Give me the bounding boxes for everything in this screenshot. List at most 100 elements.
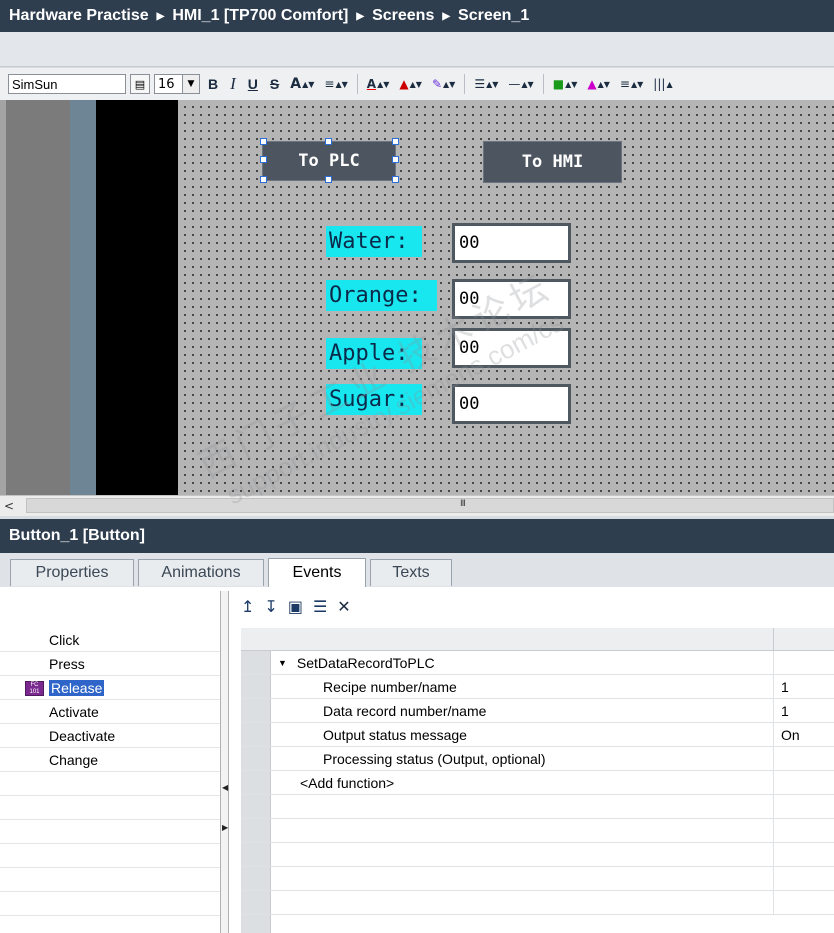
table-row[interactable]: Output status message On: [241, 723, 834, 747]
screen-editor[interactable]: To PLC To HMI Water: 00 Orange: 00 Apple…: [0, 100, 834, 495]
tab-properties[interactable]: Properties: [10, 559, 134, 586]
selection-handle[interactable]: [260, 176, 267, 183]
selection-handle[interactable]: [260, 156, 267, 163]
underline-button[interactable]: U: [244, 76, 262, 92]
font-size-select[interactable]: 16 ▼: [154, 74, 200, 94]
panel-splitter[interactable]: ◀ ▶: [220, 591, 229, 933]
toolbar-divider: [542, 74, 544, 94]
align-icon[interactable]: ≡ ▲▼: [617, 77, 646, 91]
line-width-icon[interactable]: — ▲▼: [505, 77, 536, 91]
breadcrumb-screen[interactable]: Screen_1: [458, 7, 529, 25]
value-cell: [773, 843, 834, 866]
table-row: [241, 867, 834, 891]
breadcrumb-project[interactable]: Hardware Practise: [9, 7, 149, 25]
orange-io-field[interactable]: 00: [452, 279, 571, 319]
row-header: [241, 723, 271, 746]
table-row[interactable]: ▼ SetDataRecordToPLC: [241, 651, 834, 675]
param-name: Processing status (Output, optional): [323, 750, 546, 767]
rotate-icon[interactable]: ▲ ▲▼: [584, 77, 613, 91]
font-name-input[interactable]: SimSun: [8, 74, 126, 94]
param-value[interactable]: 1: [773, 699, 834, 722]
horizontal-scrollbar[interactable]: < III: [0, 495, 834, 516]
move-down-icon[interactable]: ↧: [264, 597, 277, 616]
table-row[interactable]: Processing status (Output, optional): [241, 747, 834, 771]
to-plc-button[interactable]: To PLC: [262, 141, 396, 181]
tab-texts[interactable]: Texts: [370, 559, 452, 586]
list-icon: ▤: [134, 77, 146, 91]
table-header: [241, 628, 834, 651]
event-item-press[interactable]: Press: [0, 652, 220, 676]
event-label: Click: [49, 632, 80, 648]
selection-handle[interactable]: [325, 176, 332, 183]
font-picker-button[interactable]: ▤: [130, 74, 150, 94]
table-row[interactable]: Recipe number/name 1: [241, 675, 834, 699]
row-header: [241, 675, 271, 698]
event-label: Change: [49, 752, 99, 768]
inspector-tabs: Properties Animations Events Texts: [0, 553, 834, 587]
align-text-icon[interactable]: ≡ ▲▼: [321, 77, 350, 91]
events-panel: Click Press FC 101 Release Activate Deact…: [0, 587, 834, 933]
expand-right-icon[interactable]: ▶: [222, 823, 228, 832]
collapse-left-icon[interactable]: ◀: [222, 783, 228, 792]
fill-color-icon[interactable]: ▲ ▲▼: [396, 77, 425, 91]
event-item-release[interactable]: FC 101 Release: [0, 676, 220, 700]
add-function-item[interactable]: <Add function>: [300, 771, 394, 794]
toolbar-divider: [464, 74, 466, 94]
selection-handle[interactable]: [392, 156, 399, 163]
event-item-activate[interactable]: Activate: [0, 700, 220, 724]
function-list-table: ▼ SetDataRecordToPLC Recipe number/name …: [241, 628, 834, 933]
event-item-change[interactable]: Change: [0, 748, 220, 772]
tab-events[interactable]: Events: [268, 558, 366, 587]
table-row: [241, 819, 834, 843]
breadcrumb: Hardware Practise ▶ HMI_1 [TP700 Comfort…: [0, 0, 834, 32]
tab-animations[interactable]: Animations: [138, 559, 264, 586]
chevron-down-icon[interactable]: ▼: [182, 75, 199, 93]
apple-io-field[interactable]: 00: [452, 328, 571, 368]
param-value[interactable]: [773, 747, 834, 770]
line-style-icon[interactable]: ☰ ▲▼: [471, 77, 501, 91]
sugar-label: Sugar:: [326, 384, 422, 415]
format-toolbar: SimSun ▤ 16 ▼ B I U S A ▲▼ ≡ ▲▼ A ▲▼ ▲ ▲▼ ✎ ▲…: [0, 68, 834, 100]
italic-button[interactable]: I: [226, 74, 240, 94]
editor-toolbar-blank: [0, 32, 834, 67]
expand-triangle-icon[interactable]: ▼: [278, 658, 287, 668]
table-row[interactable]: <Add function>: [241, 771, 834, 795]
table-row: [241, 795, 834, 819]
strikethrough-button[interactable]: S: [266, 76, 283, 92]
bold-button[interactable]: B: [204, 76, 222, 92]
event-label: Activate: [49, 704, 99, 720]
sugar-io-field[interactable]: 00: [452, 384, 571, 424]
row-header: [241, 771, 271, 794]
param-name: Output status message: [323, 726, 467, 743]
selection-handle[interactable]: [392, 138, 399, 145]
font-color-icon[interactable]: A ▲▼: [364, 77, 393, 91]
scrollbar-thumb[interactable]: [26, 498, 834, 513]
param-value[interactable]: 1: [773, 675, 834, 698]
table-row: [241, 915, 834, 933]
table-row[interactable]: Data record number/name 1: [241, 699, 834, 723]
expand-all-icon[interactable]: ☰: [313, 597, 327, 616]
water-io-field[interactable]: 00: [452, 223, 571, 263]
move-up-icon[interactable]: ↥: [241, 597, 254, 616]
selection-handle[interactable]: [260, 138, 267, 145]
value-cell: [773, 819, 834, 842]
event-item-click[interactable]: Click: [0, 628, 220, 652]
distribute-icon[interactable]: ||| ▲: [650, 77, 675, 91]
delete-icon[interactable]: ✕: [337, 597, 350, 616]
event-item-deactivate[interactable]: Deactivate: [0, 724, 220, 748]
scroll-left-icon[interactable]: <: [4, 499, 14, 513]
breadcrumb-device[interactable]: HMI_1 [TP700 Comfort]: [172, 7, 348, 25]
collapse-all-icon[interactable]: ▣: [288, 597, 303, 616]
line-color-icon[interactable]: ✎ ▲▼: [429, 77, 458, 91]
selection-handle[interactable]: [392, 176, 399, 183]
superscript-button[interactable]: A ▲▼: [287, 76, 317, 92]
row-header: [241, 867, 271, 890]
param-value[interactable]: On: [773, 723, 834, 746]
divider: [0, 771, 220, 772]
breadcrumb-screens[interactable]: Screens: [372, 7, 434, 25]
pattern-icon[interactable]: ■ ▲▼: [550, 77, 581, 91]
function-name[interactable]: ▼ SetDataRecordToPLC: [278, 651, 435, 674]
event-label: Release: [49, 680, 105, 696]
to-hmi-button[interactable]: To HMI: [483, 141, 622, 183]
selection-handle[interactable]: [325, 138, 332, 145]
